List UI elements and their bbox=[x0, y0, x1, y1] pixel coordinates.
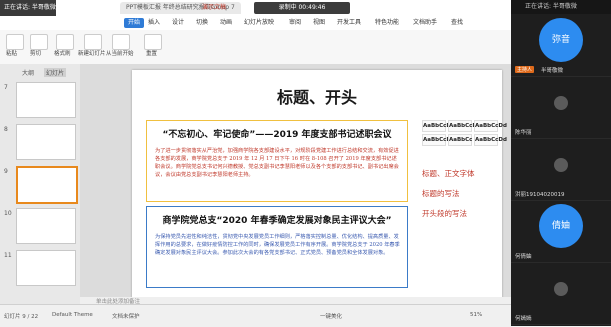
bullet-3: 开头段的写法 bbox=[422, 209, 467, 218]
slide-thumbnail[interactable] bbox=[16, 166, 78, 204]
tab-outline[interactable]: 大纲 bbox=[22, 68, 34, 77]
style-sample[interactable]: AaBbCcDd bbox=[448, 120, 481, 132]
style-sample[interactable]: AaBbCcDd bbox=[422, 120, 455, 132]
avatar bbox=[554, 158, 568, 172]
reset-label: 重置 bbox=[146, 51, 158, 57]
bullet-2: 标题的写法 bbox=[422, 189, 460, 198]
style-gallery: AaBbCcDd AaBbCcDd AaBbCcDd AaBbCcDd AaBbCc Aa… bbox=[422, 120, 507, 160]
new-slide-button[interactable] bbox=[84, 34, 102, 50]
style-sample[interactable]: AaBbCcDd bbox=[422, 134, 455, 146]
recording-status: 录制中 00:49:46 bbox=[254, 2, 350, 14]
cut-button[interactable] bbox=[30, 34, 48, 50]
menu-item[interactable]: 开发工具 bbox=[337, 18, 361, 28]
text-box-2[interactable]: 商学院党总支“2020 年春季确定发展对象民主评议大会” 为保持党员先进性和纯洁… bbox=[146, 206, 408, 288]
from-current-button[interactable] bbox=[112, 34, 130, 50]
style-sample[interactable]: AaBbCc bbox=[448, 134, 472, 146]
slide-thumbnail[interactable] bbox=[16, 208, 76, 244]
format-painter-label: 格式刷 bbox=[54, 51, 71, 57]
slide-number: 11 bbox=[4, 252, 12, 259]
avatar bbox=[554, 282, 568, 296]
menu-item[interactable]: 切换 bbox=[196, 18, 208, 28]
slide-thumbnail[interactable] bbox=[16, 250, 76, 286]
bullet-1: 标题、正文字体 bbox=[422, 169, 475, 178]
menu-item[interactable]: 文档助手 bbox=[413, 18, 437, 28]
zoom-level[interactable]: 51% bbox=[470, 312, 482, 318]
participant-tile[interactable]: 何嫣嫣 bbox=[511, 262, 611, 325]
participant-name: 何嫣嫣 bbox=[515, 316, 532, 322]
slide[interactable]: 标题、开头 “不忘初心、牢记使命”——2019 年度支部书记述职会议 为了进一步… bbox=[132, 70, 507, 300]
from-current-label: 从当前开始 bbox=[106, 51, 134, 57]
participant-tile[interactable]: 洪丽19104020019 bbox=[511, 138, 611, 201]
host-badge: 主持人 bbox=[515, 66, 535, 73]
avatar bbox=[554, 96, 568, 110]
box1-heading: “不忘初心、牢记使命”——2019 年度支部书记述职会议 bbox=[162, 130, 392, 140]
text-box-1[interactable]: “不忘初心、牢记使命”——2019 年度支部书记述职会议 为了进一步贯彻落实从严… bbox=[146, 120, 408, 202]
box2-body: 为保持党员先进性和纯洁性，贯彻党中央发展党员工作细则，严格落实控制总量、优化结构… bbox=[155, 234, 400, 256]
menu-item[interactable]: 查找 bbox=[451, 18, 463, 28]
box1-body: 为了进一步贯彻落实从严治党，加强商学院各支部建设水平，对规阶段党建工作进行总结和… bbox=[155, 148, 399, 178]
slide-title[interactable]: 标题、开头 bbox=[132, 84, 502, 108]
doc-protection-status[interactable]: 文档未保护 bbox=[112, 312, 140, 320]
participant-name: 陈华丽 bbox=[515, 130, 532, 136]
menu-item[interactable]: 开始 bbox=[124, 18, 145, 28]
avatar: 倩妯 bbox=[539, 204, 583, 248]
tab-document-2[interactable]: 演示文稿 bbox=[196, 2, 232, 14]
beautify-button[interactable]: 一键美化 bbox=[320, 312, 342, 320]
box2-heading: 商学院党总支“2020 年春季确定发展对象民主评议大会” bbox=[162, 216, 392, 226]
style-sample[interactable]: AaBbCcDd bbox=[474, 120, 507, 132]
participant-tile[interactable]: 倩妯何倩妯 bbox=[511, 200, 611, 263]
paste-label: 粘贴 bbox=[6, 51, 18, 57]
slide-count: 幻灯片 9 / 22 bbox=[4, 314, 39, 320]
menu-item[interactable]: 视图 bbox=[313, 18, 325, 28]
menu-item[interactable]: 插入 bbox=[148, 18, 160, 28]
menu-item[interactable]: 审阅 bbox=[289, 18, 301, 28]
participant-name: 半哥敬微 bbox=[541, 68, 564, 74]
menu-item[interactable]: 幻灯片放映 bbox=[244, 18, 274, 28]
slide-number: 10 bbox=[4, 210, 12, 217]
participant-tile[interactable]: 陈华丽 bbox=[511, 76, 611, 139]
reset-button[interactable] bbox=[144, 34, 162, 50]
slide-thumbnail[interactable] bbox=[16, 82, 76, 118]
theme-name: Default Theme bbox=[52, 312, 93, 318]
menu-item[interactable]: 特色功能 bbox=[375, 18, 399, 28]
format-painter-button[interactable] bbox=[56, 34, 74, 50]
speaking-indicator: 正在讲话: 半哥敬微; bbox=[0, 0, 56, 16]
menu-item[interactable]: 设计 bbox=[172, 18, 184, 28]
ribbon-toolbar bbox=[0, 30, 511, 65]
slide-number: 9 bbox=[4, 168, 8, 175]
cut-label: 剪切 bbox=[30, 51, 42, 57]
slide-thumbnail[interactable] bbox=[16, 124, 76, 160]
slide-number: 7 bbox=[4, 84, 8, 91]
paste-button[interactable] bbox=[6, 34, 24, 50]
slide-number: 8 bbox=[4, 126, 8, 133]
avatar: 弥音 bbox=[539, 18, 583, 62]
style-sample[interactable]: AaBbCcDd bbox=[474, 134, 507, 146]
participant-name: 何倩妯 bbox=[515, 254, 532, 260]
tab-slides[interactable]: 幻灯片 bbox=[44, 68, 67, 77]
participants-header: 正在讲话: 半哥敬微 bbox=[511, 0, 611, 14]
menu-item[interactable]: 动画 bbox=[220, 18, 232, 28]
participant-name: 洪丽19104020019 bbox=[515, 192, 565, 198]
new-slide-label: 新建幻灯片 bbox=[78, 51, 106, 57]
participant-tile[interactable]: 弥音 主持人 半哥敬微 bbox=[511, 14, 611, 77]
